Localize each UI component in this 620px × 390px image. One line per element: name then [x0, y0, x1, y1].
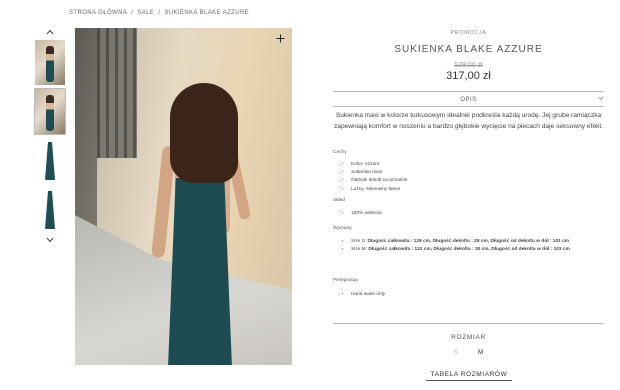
list-item: Size M: Długość całkowita : 131 cm, Dług…: [351, 246, 570, 254]
section-title-wymiary: Wymiary: [333, 226, 352, 231]
composition-list: 100% wiskoza: [344, 210, 382, 218]
breadcrumb: STRONA GŁÓWNA / SALE / SUKIENKA BLAKE AZZURE: [69, 10, 249, 16]
breadcrumb-current: SUKIENKA BLAKE AZZURE: [164, 10, 250, 16]
product-description: Sukienka maxi w kolorze turkusowym ideal…: [333, 112, 604, 130]
current-price: 317,00 zł: [446, 70, 491, 82]
breadcrumb-home[interactable]: STRONA GŁÓWNA: [69, 10, 127, 16]
list-item: 100% wiskoza: [351, 210, 382, 218]
size-table-link[interactable]: TABELA ROZMIARÓW: [426, 371, 512, 381]
list-item: Głęboki dekolt na przodzie: [351, 177, 408, 185]
divider: [333, 323, 604, 324]
plus-icon[interactable]: [276, 33, 285, 45]
size-option-m[interactable]: M: [478, 349, 483, 356]
thumbnail-1[interactable]: [35, 40, 65, 85]
chevron-down-icon[interactable]: [598, 96, 604, 103]
section-title-sklad: Skład: [333, 198, 345, 203]
old-price: 529,00 zł: [454, 62, 483, 69]
product-title: SUKIENKA BLAKE AZZURE: [394, 44, 543, 55]
size-options: S M: [333, 349, 604, 356]
chevron-up-icon[interactable]: [34, 28, 66, 38]
section-title-cechy: Cechy: [333, 150, 347, 155]
size-option-s[interactable]: S: [454, 349, 458, 356]
section-title-pielegnacja: Pielęgnacja: [333, 278, 358, 283]
thumbnail-3[interactable]: [35, 138, 65, 183]
dimensions-list: Size S: Długość całkowita : 129 cm, Dług…: [344, 238, 570, 254]
thumbnail-gallery: [34, 28, 66, 246]
main-product-image[interactable]: [75, 28, 292, 365]
care-list: Hand wash only: [344, 291, 385, 299]
promo-label: PROMOCJA: [450, 30, 487, 36]
window-grille: [97, 28, 137, 158]
divider: [333, 106, 604, 107]
list-item: Kolor: Azzure: [351, 161, 408, 169]
divider: [333, 91, 604, 92]
breadcrumb-sale[interactable]: SALE: [137, 10, 154, 16]
breadcrumb-separator: /: [131, 10, 134, 16]
thumbnail-4[interactable]: [35, 187, 65, 232]
breadcrumb-separator: /: [158, 10, 161, 16]
list-item: Size S: Długość całkowita : 129 cm, Dług…: [351, 238, 570, 246]
list-item: Sukienka maxi: [351, 169, 408, 177]
tab-description[interactable]: OPIS: [333, 97, 604, 103]
thumbnail-2[interactable]: [34, 88, 66, 135]
features-list: Kolor: Azzure Sukienka maxi Głęboki deko…: [344, 161, 408, 194]
size-label: ROZMIAR: [451, 334, 486, 341]
list-item: Luźny, seksowny fason: [351, 186, 408, 194]
list-item: Hand wash only: [351, 291, 385, 299]
chevron-down-icon[interactable]: [34, 236, 66, 246]
